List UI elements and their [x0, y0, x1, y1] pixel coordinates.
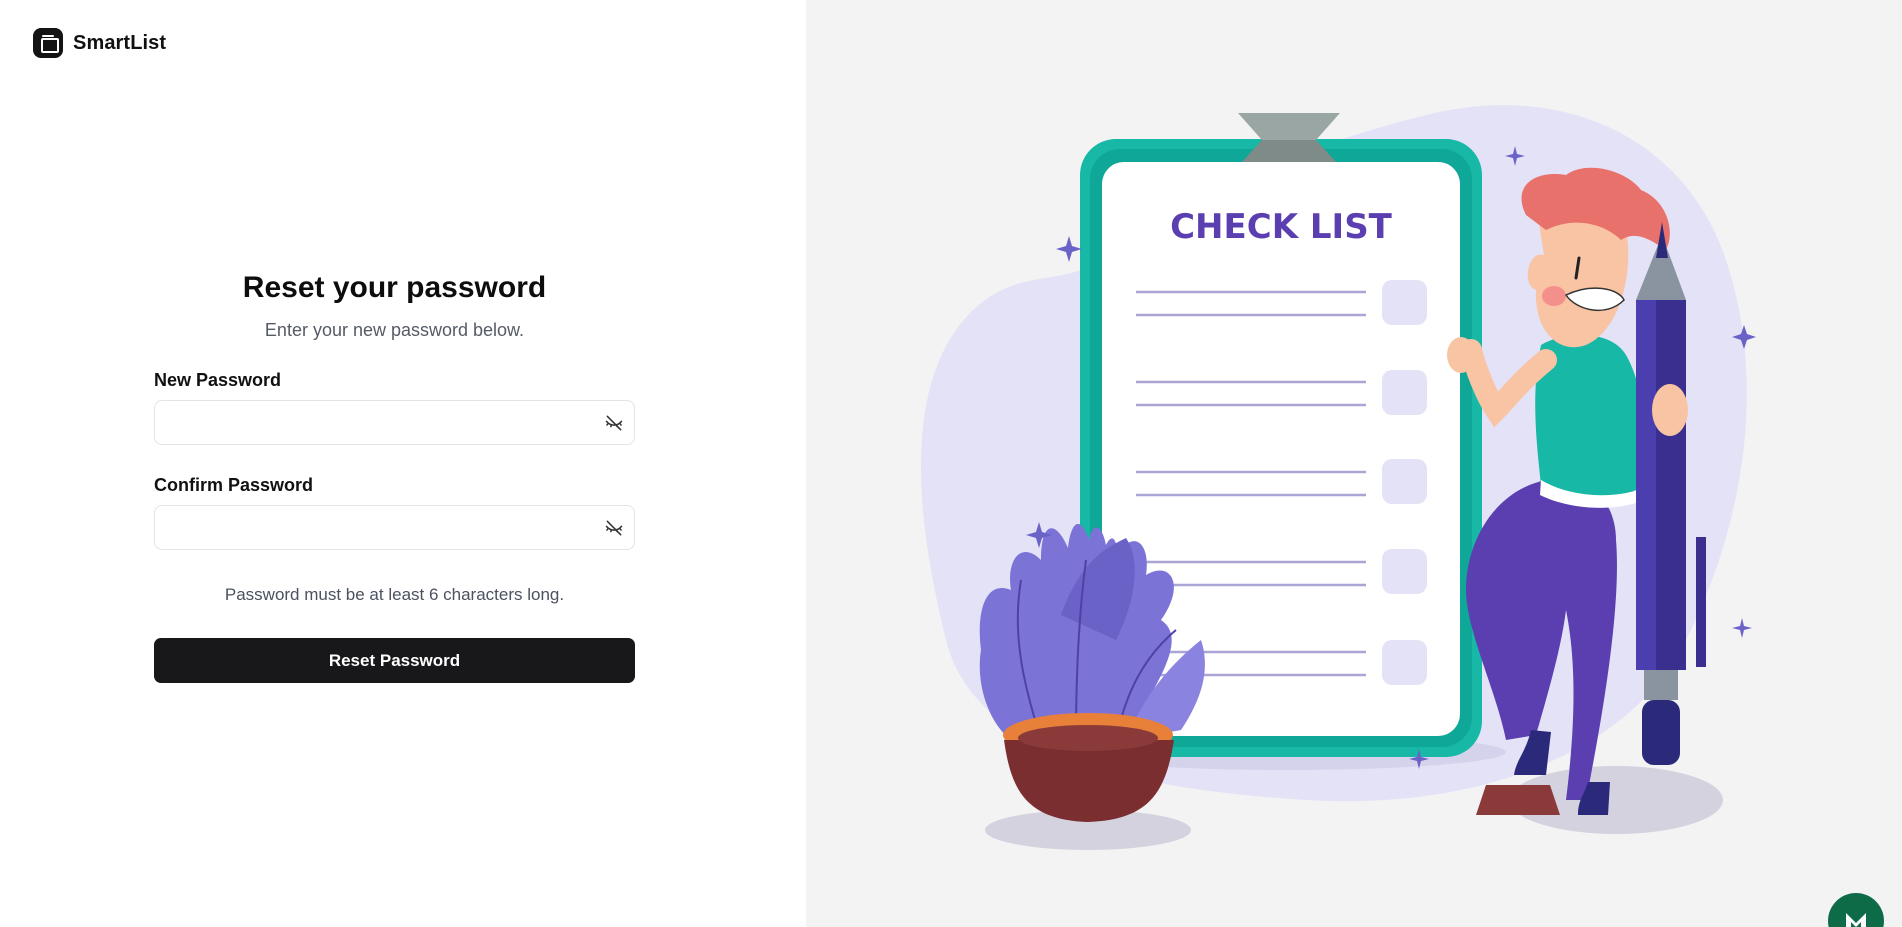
checkbox-icon	[1382, 370, 1427, 415]
eye-off-icon[interactable]	[602, 516, 626, 540]
brand-name: SmartList	[73, 31, 167, 54]
eye-off-icon[interactable]	[602, 411, 626, 435]
password-requirement-hint: Password must be at least 6 characters l…	[224, 585, 565, 604]
illustration-panel: CHECK LIST	[806, 0, 1902, 927]
new-password-input[interactable]	[155, 401, 634, 444]
app-root: SmartList Reset your password Enter your…	[0, 0, 1902, 927]
clipboard-title: CHECK LIST	[1170, 207, 1393, 247]
auth-panel: SmartList Reset your password Enter your…	[0, 0, 806, 927]
checkbox-icon	[1382, 549, 1427, 594]
reset-password-form: Reset your password Enter your new passw…	[154, 268, 635, 683]
reset-password-button[interactable]: Reset Password	[154, 638, 635, 683]
checklist-illustration: CHECK LIST	[921, 105, 1756, 850]
confirm-password-input[interactable]	[155, 506, 634, 549]
new-password-field-wrapper	[154, 400, 635, 445]
checkbox-icon	[1382, 280, 1427, 325]
checkbox-icon	[1382, 459, 1427, 504]
checkbox-icon	[1382, 640, 1427, 685]
page-subtitle: Enter your new password below.	[264, 320, 525, 340]
brand[interactable]: SmartList	[33, 28, 166, 58]
app-logo-icon	[33, 28, 63, 58]
page-title: Reset your password	[242, 271, 547, 304]
person-hand	[1652, 384, 1688, 436]
confirm-password-label: Confirm Password	[154, 475, 314, 495]
clipboard-clip	[1238, 113, 1340, 140]
confirm-password-field-wrapper	[154, 505, 635, 550]
stand-block	[1476, 785, 1560, 815]
new-password-label: New Password	[154, 370, 282, 390]
